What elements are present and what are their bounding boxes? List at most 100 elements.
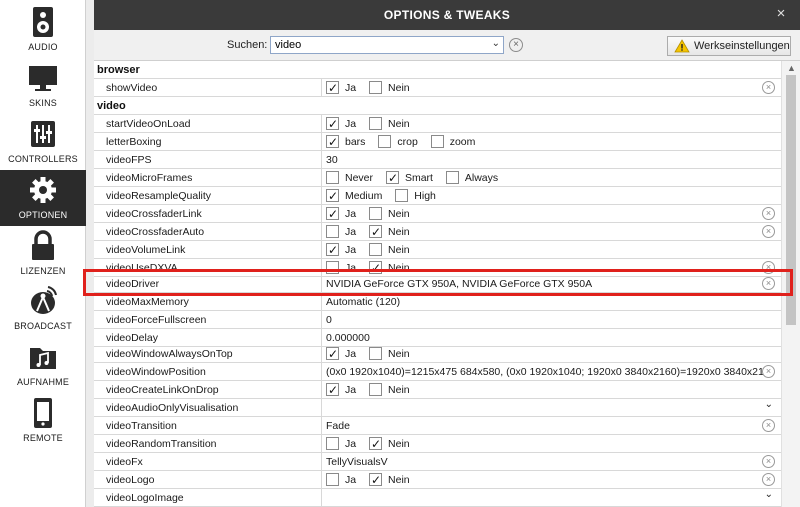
checkbox-checked[interactable] [369,223,383,241]
checkbox-checked[interactable] [326,79,339,97]
reset-value-icon[interactable]: × [762,419,775,432]
radio-option[interactable]: Never [326,169,373,187]
radio-option[interactable]: Always [445,169,498,187]
table-row[interactable]: videoWindowPosition (0x0 1920x1040)=1215… [94,363,781,381]
radio-option[interactable]: Nein [369,381,410,399]
checkbox[interactable] [445,170,459,184]
option-value-field[interactable]: 0 [323,311,781,329]
scroll-up-icon[interactable]: ▲ [787,63,796,73]
table-row[interactable]: videoCrossfaderAuto Ja Nein × [94,223,781,241]
sidebar-item-lizenzen[interactable]: LIZENZEN [0,226,86,282]
checkbox[interactable] [369,206,383,220]
checkbox-checked[interactable] [326,345,339,363]
vertical-scrollbar[interactable]: ▲ [781,61,800,507]
radio-option[interactable]: Ja [326,435,356,453]
checkbox-checked[interactable] [385,169,399,187]
radio-option[interactable]: Nein [369,205,410,223]
option-value-dropdown[interactable] [323,489,781,507]
radio-option[interactable]: Ja [326,241,356,259]
table-row[interactable]: videoForceFullscreen 0 [94,311,781,329]
reset-defaults-button[interactable]: Werkseinstellungen [667,36,791,56]
checkbox-checked[interactable] [326,205,339,223]
checkbox[interactable] [369,80,383,94]
radio-option[interactable]: bars [326,133,365,151]
table-row[interactable]: videoCrossfaderLink Ja Nein × [94,205,781,223]
radio-option[interactable]: Nein [369,241,410,259]
checkbox[interactable] [369,382,383,396]
scrollbar-thumb[interactable] [786,75,796,325]
table-row[interactable]: videoMaxMemory Automatic (120) [94,293,781,311]
option-value-field[interactable]: Automatic (120) [323,293,781,311]
radio-option[interactable]: Ja [326,79,356,97]
reset-value-icon[interactable]: × [762,261,775,274]
option-value-field[interactable]: 30 [323,151,781,169]
radio-option[interactable]: Medium [326,187,382,205]
table-row[interactable]: videoVolumeLink Ja Nein [94,241,781,259]
table-row[interactable]: videoResampleQuality Medium High [94,187,781,205]
checkbox[interactable] [369,346,383,360]
table-row[interactable]: videoLogo Ja Nein × [94,471,781,489]
reset-value-icon[interactable]: × [762,225,775,238]
radio-option[interactable]: Smart [385,169,433,187]
sidebar-item-optionen[interactable]: OPTIONEN [0,170,86,226]
option-value-dropdown[interactable] [323,399,781,417]
checkbox[interactable] [326,170,339,184]
reset-value-icon[interactable]: × [762,473,775,486]
sidebar-item-broadcast[interactable]: BROADCAST [0,281,86,337]
sidebar-item-remote[interactable]: REMOTE [0,393,86,449]
checkbox[interactable] [326,472,339,486]
close-icon[interactable]: × [774,6,788,22]
chevron-down-icon[interactable]: ⌄ [492,38,500,49]
checkbox[interactable] [430,134,444,148]
chevron-down-icon[interactable]: ⌄ [765,399,773,410]
radio-option[interactable]: Nein [369,223,410,241]
radio-option[interactable]: Ja [326,471,356,489]
checkbox[interactable] [369,116,383,130]
radio-option[interactable]: Ja [326,345,356,363]
option-value-field[interactable]: (0x0 1920x1040)=1215x475 684x580, (0x0 1… [323,363,763,381]
checkbox-checked[interactable] [326,381,339,399]
radio-option[interactable]: Ja [326,205,356,223]
checkbox[interactable] [326,436,339,450]
option-value-field[interactable]: Fade [323,417,781,435]
radio-option[interactable]: High [395,187,436,205]
checkbox[interactable] [326,224,339,238]
radio-option[interactable]: Nein [369,435,410,453]
checkbox-checked[interactable] [326,115,339,133]
checkbox[interactable] [369,242,383,256]
radio-option[interactable]: Nein [369,79,410,97]
option-value-field[interactable]: TellyVisualsV [323,453,781,471]
radio-option[interactable]: Nein [369,471,410,489]
reset-value-icon[interactable]: × [762,365,775,378]
checkbox-checked[interactable] [326,133,339,151]
table-row[interactable]: startVideoOnLoad Ja Nein [94,115,781,133]
reset-value-icon[interactable]: × [762,207,775,220]
checkbox-checked[interactable] [369,471,383,489]
table-row[interactable]: videoLogoImage ⌄ [94,489,781,507]
search-input[interactable]: video ⌄ [270,36,504,54]
table-row[interactable]: videoFPS 30 [94,151,781,169]
reset-value-icon[interactable]: × [762,81,775,94]
radio-option[interactable]: Nein [369,345,410,363]
option-value-field[interactable]: NVIDIA GeForce GTX 950A, NVIDIA GeForce … [323,275,781,293]
table-row[interactable]: videoMicroFrames Never Smart Always [94,169,781,187]
table-row[interactable]: videoAudioOnlyVisualisation ⌄ [94,399,781,417]
radio-option[interactable]: Ja [326,115,356,133]
table-row[interactable]: videoRandomTransition Ja Nein [94,435,781,453]
sidebar-item-skins[interactable]: SKINS [0,58,86,114]
checkbox-checked[interactable] [369,259,383,277]
sidebar-item-audio[interactable]: AUDIO [0,2,86,58]
reset-value-icon[interactable]: × [762,277,775,290]
reset-value-icon[interactable]: × [762,455,775,468]
checkbox[interactable] [378,134,392,148]
table-row[interactable]: videoCreateLinkOnDrop Ja Nein [94,381,781,399]
table-row[interactable]: videoFx TellyVisualsV × [94,453,781,471]
checkbox-checked[interactable] [369,435,383,453]
sidebar-item-aufnahme[interactable]: AUFNAHME [0,337,86,393]
checkbox-checked[interactable] [326,241,339,259]
clear-search-icon[interactable]: × [509,38,523,52]
radio-option[interactable]: crop [378,133,418,151]
chevron-down-icon[interactable]: ⌄ [765,489,773,500]
sidebar-item-controllers[interactable]: CONTROLLERS [0,114,86,170]
table-row[interactable]: videoWindowAlwaysOnTop Ja Nein [94,345,781,363]
